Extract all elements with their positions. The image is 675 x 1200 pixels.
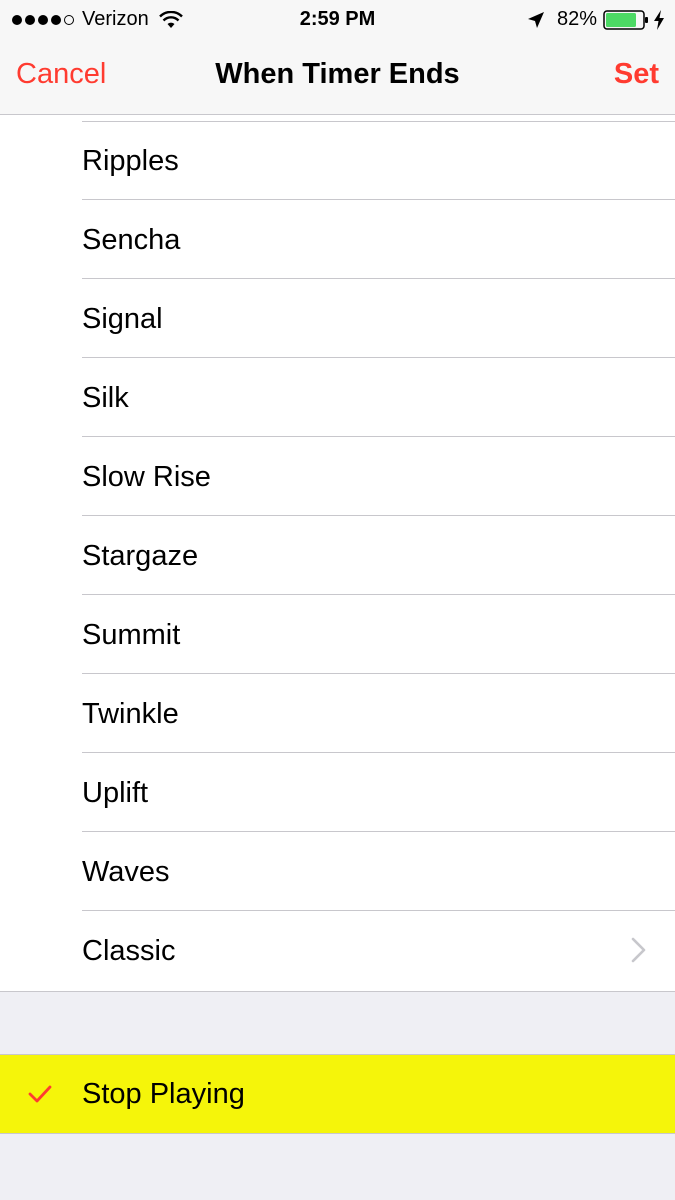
status-right: 82% bbox=[527, 8, 665, 31]
sound-item-label: Slow Rise bbox=[82, 461, 211, 493]
sound-item-label: Sencha bbox=[82, 224, 181, 256]
checkmark-icon bbox=[28, 1085, 52, 1103]
sound-item-classic[interactable]: Classic bbox=[0, 911, 675, 992]
chevron-right-icon bbox=[631, 937, 646, 963]
sound-item-uplift[interactable]: Uplift bbox=[0, 753, 675, 832]
sound-item-label: Summit bbox=[82, 619, 181, 651]
sound-item-label: Ripples bbox=[82, 145, 179, 177]
sound-item-waves[interactable]: Waves bbox=[0, 832, 675, 911]
page-title: When Timer Ends bbox=[215, 58, 460, 90]
sound-item-summit[interactable]: Summit bbox=[0, 595, 675, 674]
location-arrow-icon bbox=[527, 11, 544, 28]
sound-item-label: Silk bbox=[82, 382, 129, 414]
sound-item-sencha[interactable]: Sencha bbox=[0, 200, 675, 279]
stop-playing-option[interactable]: Stop Playing bbox=[0, 1054, 675, 1134]
sound-item-label: Classic bbox=[82, 935, 176, 967]
battery-percent: 82% bbox=[556, 8, 597, 30]
sound-item-label: Signal bbox=[82, 303, 163, 335]
sound-item-label: Stargaze bbox=[82, 540, 199, 572]
charging-bolt-icon bbox=[654, 9, 664, 30]
sound-item-ripples[interactable]: Ripples bbox=[0, 121, 675, 200]
sound-item-signal[interactable]: Signal bbox=[0, 279, 675, 358]
navigation-bar: Cancel When Timer Ends Set bbox=[0, 38, 675, 115]
timer-sound-screen: Verizon 2:59 PM 82% Cancel When Timer En… bbox=[0, 0, 675, 1200]
battery-icon bbox=[603, 9, 648, 30]
sound-item-label: Waves bbox=[82, 856, 170, 888]
sound-item-label: Twinkle bbox=[82, 698, 179, 730]
sound-item-silk[interactable]: Silk bbox=[0, 358, 675, 437]
status-bar: Verizon 2:59 PM 82% bbox=[0, 0, 675, 38]
sound-item-stargaze[interactable]: Stargaze bbox=[0, 516, 675, 595]
sound-list: Ripples Sencha Signal Silk Slow Rise Sta… bbox=[0, 115, 675, 992]
set-button[interactable]: Set bbox=[614, 58, 659, 91]
sound-item-twinkle[interactable]: Twinkle bbox=[0, 674, 675, 753]
row-separator bbox=[0, 991, 675, 992]
sound-item-slow-rise[interactable]: Slow Rise bbox=[0, 437, 675, 516]
stop-playing-label: Stop Playing bbox=[82, 1078, 245, 1110]
sound-item-label: Uplift bbox=[82, 777, 149, 809]
